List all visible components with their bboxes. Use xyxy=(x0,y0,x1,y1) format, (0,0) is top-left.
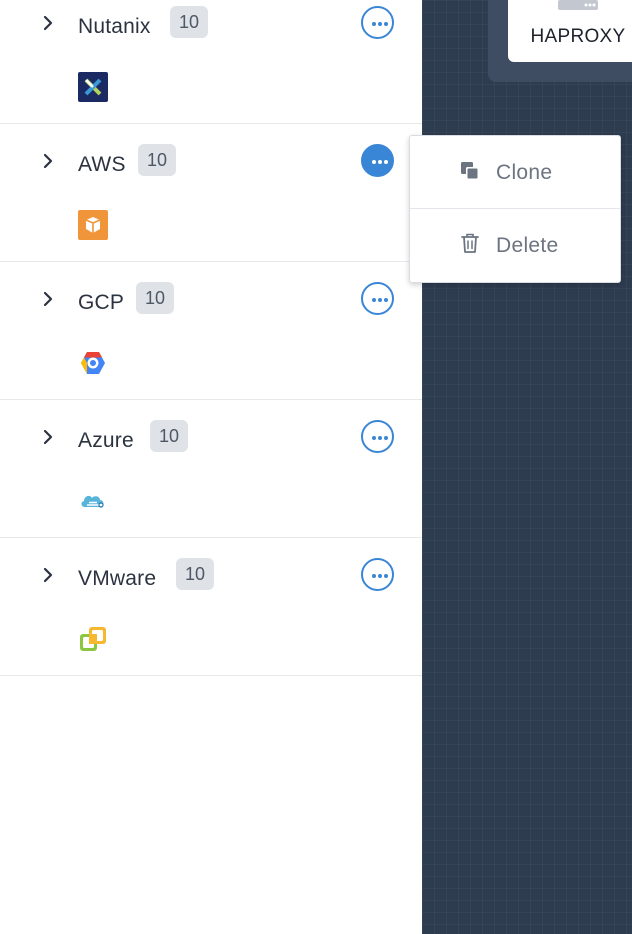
provider-name[interactable]: Nutanix xyxy=(78,15,151,39)
more-options-button[interactable] xyxy=(361,558,394,591)
dot xyxy=(383,573,388,578)
context-menu: Clone Delete xyxy=(409,135,621,283)
more-options-button[interactable] xyxy=(361,420,394,453)
chevron-right-icon[interactable] xyxy=(40,567,56,583)
provider-sidebar: Nutanix 10 AWS 10 GCP 10 Azure 10 VMware… xyxy=(0,0,422,934)
provider-name[interactable]: VMware xyxy=(78,567,156,591)
dot xyxy=(377,573,382,578)
aws-logo-icon xyxy=(78,210,108,240)
chevron-right-icon[interactable] xyxy=(40,429,56,445)
provider-row-aws: AWS 10 xyxy=(0,124,422,262)
count-badge: 10 xyxy=(170,6,209,38)
clone-menu-item[interactable]: Clone xyxy=(410,136,620,209)
dot xyxy=(383,297,388,302)
provider-name[interactable]: AWS xyxy=(78,153,126,177)
provider-row-vmware: VMware 10 xyxy=(0,538,422,676)
dot xyxy=(377,21,382,26)
dot xyxy=(371,159,376,164)
dot xyxy=(377,297,382,302)
server-icon xyxy=(558,0,598,14)
haproxy-node[interactable]: HAPROXY xyxy=(508,0,632,62)
provider-row-gcp: GCP 10 xyxy=(0,262,422,400)
count-badge: 10 xyxy=(136,282,175,314)
delete-menu-item[interactable]: Delete xyxy=(410,210,620,283)
dot xyxy=(383,21,388,26)
count-badge: 10 xyxy=(138,144,177,176)
chevron-right-icon[interactable] xyxy=(40,153,56,169)
count-badge: 10 xyxy=(150,420,189,452)
dot xyxy=(383,159,388,164)
dot xyxy=(371,435,376,440)
clone-label: Clone xyxy=(496,161,553,184)
dot xyxy=(371,297,376,302)
provider-row-azure: Azure 10 xyxy=(0,400,422,538)
count-badge: 10 xyxy=(176,558,215,590)
dot xyxy=(371,573,376,578)
provider-name[interactable]: GCP xyxy=(78,291,124,315)
more-options-button[interactable] xyxy=(361,144,394,177)
gcp-logo-icon xyxy=(78,348,108,378)
dot xyxy=(383,435,388,440)
more-options-button[interactable] xyxy=(361,282,394,315)
azure-cloud-icon xyxy=(78,486,108,516)
dot xyxy=(371,21,376,26)
copy-icon xyxy=(459,160,481,182)
nutanix-logo-icon xyxy=(78,72,108,102)
chevron-right-icon[interactable] xyxy=(40,15,56,31)
provider-name[interactable]: Azure xyxy=(78,429,134,453)
provider-row-nutanix: Nutanix 10 xyxy=(0,0,422,124)
node-label: HAPROXY xyxy=(530,26,626,47)
chevron-right-icon[interactable] xyxy=(40,291,56,307)
vmware-logo-icon xyxy=(78,624,108,654)
trash-icon xyxy=(459,232,481,254)
menu-pointer xyxy=(396,151,409,175)
delete-label: Delete xyxy=(496,234,559,257)
dot xyxy=(377,435,382,440)
dot xyxy=(377,159,382,164)
more-options-button[interactable] xyxy=(361,6,394,39)
